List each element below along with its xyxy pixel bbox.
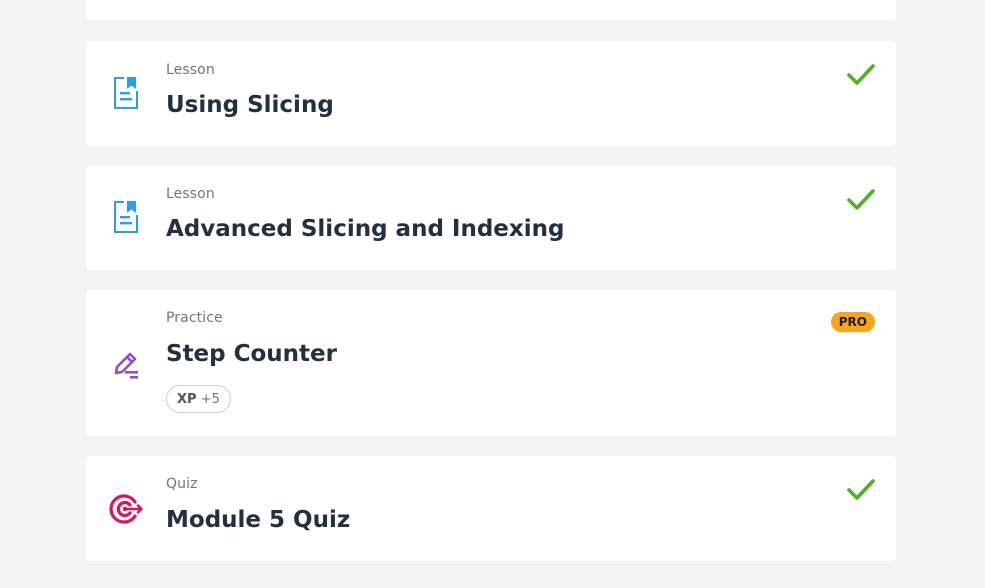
item-type-label: Quiz [166, 476, 198, 492]
document-bookmark-icon [108, 75, 144, 111]
list-item-quiz-module-5[interactable]: Quiz Module 5 Quiz [86, 456, 896, 561]
checkmark-icon [846, 478, 876, 502]
item-title[interactable]: Advanced Slicing and Indexing [166, 216, 564, 242]
checkmark-icon [846, 63, 876, 87]
item-title[interactable]: Step Counter [166, 341, 337, 367]
item-type-label: Lesson [166, 186, 215, 202]
item-type-label: Lesson [166, 62, 215, 78]
item-type-label: Practice [166, 310, 223, 326]
target-icon [108, 491, 144, 527]
xp-value: +5 [200, 392, 220, 407]
item-title[interactable]: Module 5 Quiz [166, 507, 350, 533]
list-item-lesson-advanced-slicing[interactable]: Lesson Advanced Slicing and Indexing [86, 166, 896, 270]
document-bookmark-icon [108, 199, 144, 235]
item-title[interactable]: Using Slicing [166, 92, 334, 118]
pencil-edit-icon [108, 344, 144, 380]
xp-label: XP [177, 392, 197, 407]
xp-badge: XP +5 [166, 385, 231, 413]
pro-badge: PRO [830, 312, 875, 332]
list-item-practice-step-counter[interactable]: Practice Step Counter PRO XP +5 [86, 290, 896, 436]
list-item-lesson-using-slicing[interactable]: Lesson Using Slicing [86, 41, 896, 146]
checkmark-icon [846, 188, 876, 212]
previous-item-card[interactable] [86, 0, 896, 20]
